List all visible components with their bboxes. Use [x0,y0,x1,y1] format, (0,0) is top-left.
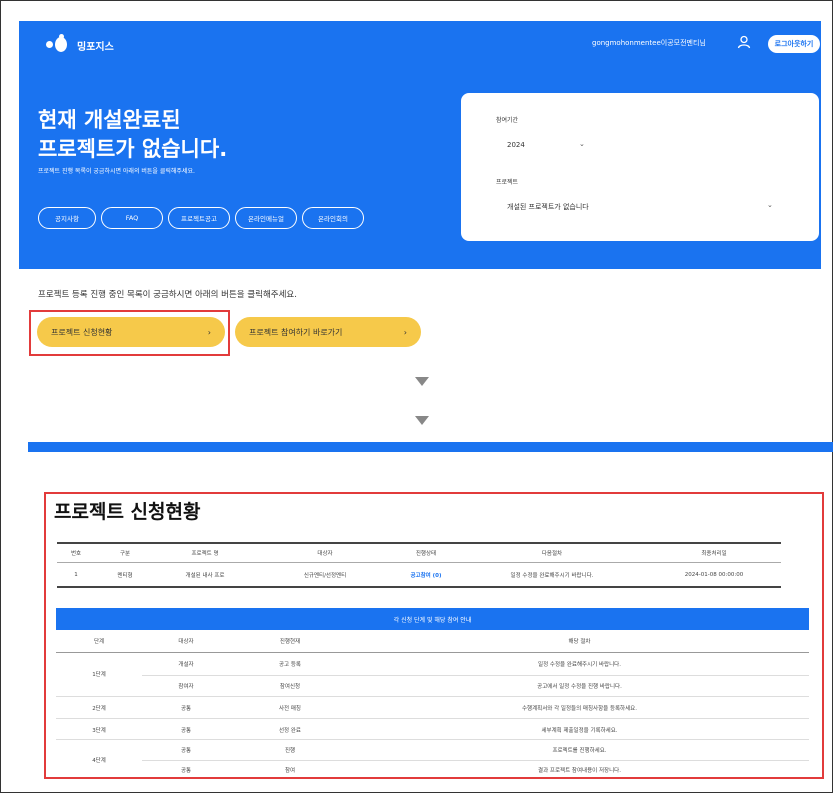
quick-links: 공지사항 FAQ 프로젝트공고 온라인메뉴얼 온라인회의 [38,207,364,229]
stage-cell: 4단계 [92,758,106,764]
table-header: 단계 대상자 진행현재 해당 절차 [56,630,809,653]
down-triangle-icon [415,377,429,386]
pill-notice[interactable]: 공지사항 [38,207,96,229]
cell: 사전 매칭 [279,706,301,712]
user-name[interactable]: gongmohonmentee이공모전멘티님 [592,38,706,48]
cell: 일정 수정을 완료해주시기 바랍니다. [538,662,621,668]
divider [56,739,809,740]
filter-card: 참여기간 2024 ⌄ 프로젝트 개설된 프로젝트가 없습니다 ⌄ [461,93,819,241]
col-header: 해당 절차 [568,639,591,645]
col-header: 프로젝트 명 [191,551,219,557]
hero-title-line2: 프로젝트가 없습니다. [38,137,228,161]
project-join-button[interactable]: 프로젝트 참여하기 바로가기 › [235,317,421,347]
cell: 1 [74,571,78,578]
col-header: 최종처리일 [701,551,727,557]
logo[interactable]: 밍포지스 [46,34,114,56]
cell: 공통 [180,728,192,734]
pill-meeting[interactable]: 온라인회의 [302,207,364,229]
status-title: 프로젝트 신청현황 [54,501,201,523]
down-triangle-icon [415,416,429,425]
hero-title-line1: 현재 개설완료된 [38,108,181,132]
hero-title: 현재 개설완료된 프로젝트가 없습니다. [38,106,227,164]
col-header: 구분 [119,551,131,557]
logo-icon [46,34,72,56]
cell: 공통 [180,748,192,754]
table-header: 번호 구분 프로젝트 명 대상자 진행상태 다음절차 최종처리일 [57,544,781,563]
divider [56,718,809,719]
project-join-label: 프로젝트 참여하기 바로가기 [249,327,343,337]
cell: 공고 등록 [279,662,301,668]
guide-table: 단계 대상자 진행현재 해당 절차 [56,630,809,653]
divider [142,760,809,761]
col-header: 진행현재 [279,639,301,645]
table-row: 1 멘티형 개설된 내사 프로 신규멘티/선정멘티 공고참여 (0) 일정 수정… [57,563,781,588]
col-header: 단계 [93,639,105,645]
divider [56,696,809,697]
cell: 세부계획 제출일정을 기록하세요. [541,728,618,734]
cell: 공통 [180,706,192,712]
cell: 개설자 [178,662,194,668]
col-header: 번호 [70,551,82,557]
logo-text: 밍포지스 [77,41,114,53]
status-link[interactable]: 공고참여 (0) [395,571,457,579]
cell: 프로젝트를 진행하세요. [552,748,607,754]
year-chevron-down-icon[interactable]: ⌄ [579,140,585,148]
section-description: 프로젝트 등록 진행 중인 목록이 궁금하시면 아래의 버튼을 클릭해주세요. [38,290,297,300]
col-header: 대상자 [178,639,194,645]
col-header: 대상자 [317,551,333,557]
pill-manual[interactable]: 온라인메뉴얼 [235,207,297,229]
cell: 참여자 [178,684,194,690]
divider [142,675,809,676]
stage-cell: 3단계 [92,728,106,734]
cell: 2024-01-08 00:00:00 [684,571,744,578]
year-select[interactable]: 2024 [507,141,525,149]
user-icon[interactable] [737,35,751,49]
cell: 수행계획서와 각 일정들의 매칭사항을 등록하세요. [521,706,637,712]
cell: 개설된 내사 프로 [185,572,225,579]
project-label: 프로젝트 [496,179,519,186]
cell: 일정 수정을 완료해주시기 바랍니다. [510,572,594,579]
cell: 멘티형 [117,572,133,579]
year-label: 참여기간 [496,117,519,124]
stage-cell: 2단계 [92,706,106,712]
project-select[interactable]: 개설된 프로젝트가 없습니다 [507,202,589,212]
cell: 진행 [284,748,296,754]
cell: 참여 [284,768,296,774]
guide-title-bar: 각 신청 단계 및 해당 참여 안내 [56,608,809,630]
cell: 신규멘티/선정멘티 [303,572,347,579]
col-header: 진행상태 [415,551,437,557]
pill-project-notice[interactable]: 프로젝트공고 [168,207,230,229]
project-chevron-down-icon[interactable]: ⌄ [767,201,773,209]
blue-divider [28,442,833,452]
cell: 선정 완료 [279,728,301,734]
stage-cell: 1단계 [92,672,106,678]
cell: 공통 [180,768,192,774]
col-header: 다음절차 [541,551,563,557]
status-table: 번호 구분 프로젝트 명 대상자 진행상태 다음절차 최종처리일 1 멘티형 개… [57,542,781,588]
logout-button[interactable]: 로그아웃하기 [768,35,820,53]
arrow-right-icon: › [403,327,407,337]
hero-subtitle: 프로젝트 진행 목록이 궁금하시면 아래의 버튼을 클릭해주세요. [38,168,195,175]
cell: 결과 프로젝트 참여내용이 저장니다. [538,768,621,774]
highlight-box [29,310,230,356]
cell: 참여신청 [279,684,301,690]
pill-faq[interactable]: FAQ [101,207,163,229]
cell: 공고에서 일정 수정을 진행 바랍니다. [537,684,622,690]
